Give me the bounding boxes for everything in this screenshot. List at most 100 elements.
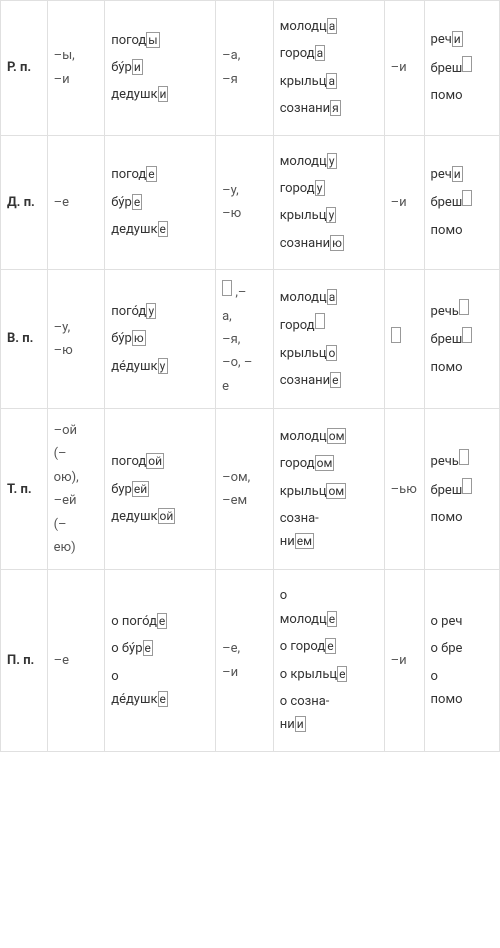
stem: крыльц (280, 74, 327, 89)
ending-box (315, 313, 325, 329)
ending-3: –ью (384, 409, 424, 570)
ending-box: ом (327, 428, 347, 444)
stem: реч (431, 32, 452, 47)
word-example: крыльца (280, 70, 378, 93)
stem: бу́р (111, 195, 132, 210)
stem: о город (280, 639, 326, 654)
table-row: В. п.–у,–юпого́дубу́рюде́душку ,–а,–я,–о… (1, 270, 500, 409)
ending-box (462, 56, 472, 72)
ending-box: и (158, 86, 169, 102)
word-example: дедушки (111, 83, 209, 106)
stem: помо (431, 360, 463, 375)
ending-box: ой (146, 453, 164, 469)
stem: город (280, 318, 315, 333)
stem: о бре (431, 641, 463, 656)
word-example: город (280, 313, 378, 337)
ending-3 (384, 270, 424, 409)
ending-2: –а,–я (216, 1, 274, 136)
ending-box: а (327, 289, 338, 305)
declension-table: Р. п.–ы,–ипогодыбу́ридедушки–а,–ямолодца… (0, 0, 500, 752)
ending-box: е (325, 638, 335, 654)
ending-box: е (132, 194, 142, 210)
examples-2: молодцугородукрыльцусознанию (273, 135, 384, 270)
ending-1: –у,–ю (47, 270, 105, 409)
stem: молодц (280, 154, 327, 169)
word-example: погоде (111, 163, 209, 186)
stem: бреш (431, 61, 463, 76)
ending-box: е (158, 691, 168, 707)
examples-3: о речо бреопомо (424, 570, 499, 751)
ending-box: и (452, 31, 463, 47)
word-example: молодца (280, 15, 378, 38)
ending-box: е (146, 166, 156, 182)
ending-box: о (326, 345, 337, 361)
word-example: молодца (280, 286, 378, 309)
word-example: сознания (280, 97, 378, 120)
word-example: бу́рю (111, 327, 209, 350)
word-example: о крыльце (280, 663, 378, 686)
table-row: Д. п.–епогодебу́редедушке–у,–юмолодцугор… (1, 135, 500, 270)
stem: бур (111, 482, 132, 497)
examples-2: омолодцео городео крыльцео созна-нии (273, 570, 384, 751)
ending-box: и (132, 59, 143, 75)
word-example: помо (431, 506, 493, 529)
ending-1: –ы,–и (47, 1, 105, 136)
word-example: омолодце (280, 584, 378, 631)
word-example: крыльцо (280, 342, 378, 365)
ending-box: у (326, 207, 336, 223)
stem: омолодц (280, 588, 327, 626)
stem: молодц (280, 290, 327, 305)
examples-3: речибрешпомо (424, 135, 499, 270)
examples-1: погодойбурейдедушкой (105, 409, 216, 570)
stem: оде́душк (111, 669, 157, 707)
case-label: П. п. (1, 570, 48, 751)
word-example: бреш (431, 190, 493, 214)
word-example: бурей (111, 478, 209, 501)
stem: де́душк (111, 359, 157, 374)
case-label: Д. п. (1, 135, 48, 270)
word-example: города (280, 42, 378, 65)
ending-box: ю (330, 235, 344, 251)
stem: дедушк (111, 87, 157, 102)
word-example: о городе (280, 635, 378, 658)
word-example: погоды (111, 29, 209, 52)
ending-1: –ой(–ою),–ей(–ею) (47, 409, 105, 570)
ending-box: у (158, 358, 168, 374)
table-row: П. п.–ео пого́део бу́реоде́душке–е,–иомо… (1, 570, 500, 751)
word-example: бреш (431, 56, 493, 80)
ending-box (391, 327, 401, 343)
ending-2: –е,–и (216, 570, 274, 751)
ending-box: ы (146, 32, 159, 48)
stem: помо (431, 88, 463, 103)
stem: бреш (431, 332, 463, 347)
stem: сознани (280, 373, 330, 388)
stem: речь (431, 304, 459, 319)
stem: молодц (280, 429, 327, 444)
word-example: речь (431, 299, 493, 323)
word-example: помо (431, 219, 493, 242)
ending-box: ей (132, 481, 149, 497)
word-example: о созна-нии (280, 690, 378, 737)
examples-3: речьбрешпомо (424, 409, 499, 570)
word-example: опомо (431, 665, 493, 712)
word-example: молодцу (280, 150, 378, 173)
word-example: крыльцу (280, 204, 378, 227)
ending-box: е (157, 613, 167, 629)
examples-1: погодебу́редедушке (105, 135, 216, 270)
ending-box: а (315, 45, 326, 61)
stem: дедушк (111, 222, 157, 237)
ending-2: –ом,–ем (216, 409, 274, 570)
word-example: бреш (431, 478, 493, 502)
ending-3: –и (384, 1, 424, 136)
ending-box: ой (158, 508, 176, 524)
examples-2: молодцагородкрыльцосознание (273, 270, 384, 409)
stem: бреш (431, 195, 463, 210)
word-example: о бре (431, 637, 493, 660)
examples-1: пого́дубу́рюде́душку (105, 270, 216, 409)
ending-box (459, 449, 469, 465)
ending-box: у (315, 180, 325, 196)
stem: бу́р (111, 331, 132, 346)
stem: помо (431, 223, 463, 238)
word-example: городом (280, 452, 378, 475)
stem: погод (111, 167, 146, 182)
